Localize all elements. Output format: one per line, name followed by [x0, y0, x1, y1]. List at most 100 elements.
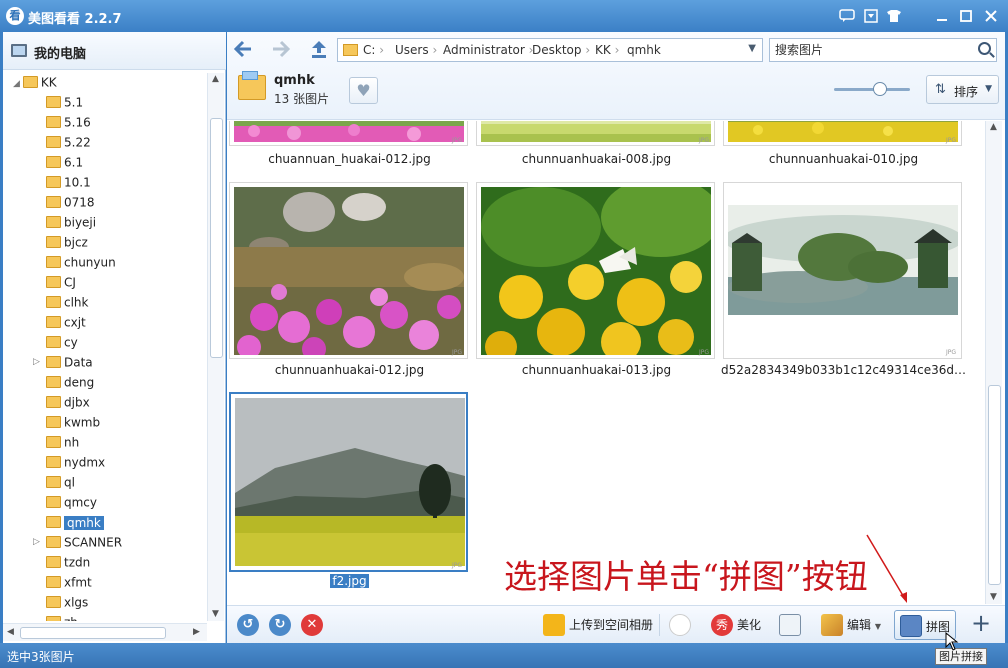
scroll-up-icon[interactable]: ▲: [990, 122, 997, 132]
folder-tree-hscrollbar[interactable]: ◀ ▶: [3, 623, 207, 641]
feedback-icon[interactable]: [838, 7, 856, 25]
tree-item-folder[interactable]: ▷ SCANNER: [33, 533, 122, 551]
tree-expand-icon[interactable]: ▷: [33, 533, 40, 551]
search-icon[interactable]: [978, 42, 991, 55]
scroll-thumb[interactable]: [988, 385, 1001, 585]
rotate-right-icon[interactable]: ↻: [269, 614, 291, 636]
scroll-thumb[interactable]: [20, 627, 166, 639]
scroll-down-icon[interactable]: ▼: [990, 592, 997, 602]
tree-item-folder[interactable]: 10.1: [46, 173, 91, 191]
delete-icon[interactable]: ✕: [301, 614, 323, 636]
skin-icon[interactable]: [885, 7, 903, 25]
search-box[interactable]: [769, 38, 997, 62]
tree-item-folder[interactable]: nydmx: [46, 453, 105, 471]
forward-arrow-icon[interactable]: [271, 39, 291, 59]
tree-expand-icon[interactable]: ▷: [33, 353, 40, 371]
sort-button[interactable]: ⇅ 排序 ▼: [926, 75, 999, 104]
jpg-badge: JPG: [452, 562, 463, 569]
tree-item-folder[interactable]: ▷ Data: [33, 353, 93, 371]
tree-item-folder[interactable]: qmhk: [46, 513, 104, 531]
tree-item-folder[interactable]: zh: [46, 613, 78, 621]
scroll-left-icon[interactable]: ◀: [7, 627, 14, 637]
slideshow-button[interactable]: [779, 612, 805, 638]
tree-item-folder[interactable]: bjcz: [46, 233, 88, 251]
thumbnail-card[interactable]: JPG: [229, 121, 468, 146]
zoom-slider[interactable]: [834, 82, 910, 96]
edit-button[interactable]: 编辑 ▼: [821, 612, 881, 638]
thumbnail-caption[interactable]: d52a2834349b033b1c12c49314ce36d3d...: [721, 363, 966, 377]
breadcrumb-desktop[interactable]: Desktop ›: [532, 43, 590, 57]
address-dropdown-icon[interactable]: ▼: [748, 43, 756, 54]
back-arrow-icon[interactable]: [233, 39, 253, 59]
maximize-icon[interactable]: [957, 7, 975, 25]
scroll-up-icon[interactable]: ▲: [212, 74, 219, 84]
bottom-toolbar: ↺ ↻ ✕ 上传到空间相册 秀美化 编辑 ▼ 拼图 +: [227, 605, 1005, 643]
scroll-down-icon[interactable]: ▼: [212, 609, 219, 619]
breadcrumb-c[interactable]: C: ›: [363, 43, 384, 57]
thumbnail-caption[interactable]: chuannuan_huakai-012.jpg: [227, 152, 472, 166]
current-folder-icon: [238, 71, 266, 100]
thumbnail-caption[interactable]: chunnuanhuakai-013.jpg: [474, 363, 719, 377]
tree-item-folder[interactable]: 0718: [46, 193, 95, 211]
thumbnail-card-selected[interactable]: JPG: [229, 392, 468, 572]
tree-item-folder[interactable]: 5.16: [46, 113, 91, 131]
thumbnail-grid[interactable]: JPG chuannuan_huakai-012.jpg JPG chunnua…: [227, 121, 985, 604]
tree-item-folder[interactable]: chunyun: [46, 253, 116, 271]
scroll-thumb[interactable]: [210, 118, 223, 358]
breadcrumb-users[interactable]: Users ›: [395, 43, 437, 57]
folder-tree-vscrollbar[interactable]: ▲ ▼: [207, 73, 224, 621]
thumbnail-card[interactable]: JPG: [476, 182, 715, 359]
tree-item-folder[interactable]: 6.1: [46, 153, 83, 171]
tree-item-folder[interactable]: deng: [46, 373, 94, 391]
tree-item-folder[interactable]: xlgs: [46, 593, 88, 611]
thumbnail-caption[interactable]: chunnuanhuakai-008.jpg: [474, 152, 719, 166]
thumbnail-caption[interactable]: chunnuanhuakai-012.jpg: [227, 363, 472, 377]
add-icon[interactable]: +: [970, 611, 992, 637]
beautify-button[interactable]: 秀美化: [711, 612, 761, 638]
title-bar[interactable]: 看 美图看看 2.2.7: [0, 0, 1008, 32]
tree-item-folder[interactable]: cxjt: [46, 313, 86, 331]
thumbnail-card[interactable]: JPG: [723, 121, 962, 146]
tree-item-folder[interactable]: tzdn: [46, 553, 90, 571]
tree-item-folder[interactable]: ql: [46, 473, 75, 491]
folder-tree[interactable]: ◢ KK 5.1 5.16 5.22 6.1 10.1 0718 biyeji bjcz chuny…: [3, 73, 207, 621]
thumbnail-card[interactable]: JPG: [723, 182, 962, 359]
thumbnail-caption[interactable]: f2.jpg: [227, 574, 472, 588]
tree-item-folder[interactable]: 5.1: [46, 93, 83, 111]
tree-item-folder[interactable]: biyeji: [46, 213, 96, 231]
up-folder-icon[interactable]: [309, 39, 329, 59]
tree-item-folder[interactable]: nh: [46, 433, 79, 451]
scroll-right-icon[interactable]: ▶: [193, 627, 200, 637]
tree-item-folder[interactable]: CJ: [46, 273, 76, 291]
my-computer-label[interactable]: 我的电脑: [34, 43, 86, 62]
weibo-share-button[interactable]: [669, 612, 695, 638]
close-icon[interactable]: [982, 7, 1000, 25]
tree-item-folder[interactable]: djbx: [46, 393, 90, 411]
thumbnail-grid-vscrollbar[interactable]: ▲ ▼: [985, 121, 1002, 604]
thumbnail-card[interactable]: JPG: [229, 182, 468, 359]
tree-collapse-icon[interactable]: ◢: [13, 79, 20, 89]
tree-item-folder[interactable]: qmcy: [46, 493, 97, 511]
tree-item-folder[interactable]: 5.22: [46, 133, 91, 151]
thumbnail-card[interactable]: JPG: [476, 121, 715, 146]
address-bar[interactable]: C: › Users › Administrator › Desktop › K…: [337, 38, 763, 62]
favorite-button[interactable]: ♥: [349, 77, 378, 104]
tree-item-root[interactable]: ◢ KK: [13, 73, 57, 91]
tree-item-folder[interactable]: xfmt: [46, 573, 92, 591]
menu-icon[interactable]: [862, 7, 880, 25]
chevron-down-icon[interactable]: ▼: [875, 622, 881, 631]
tree-item-folder[interactable]: clhk: [46, 293, 89, 311]
zoom-slider-knob[interactable]: [873, 82, 887, 96]
breadcrumb-administrator[interactable]: Administrator ›: [443, 43, 533, 57]
tree-item-folder[interactable]: kwmb: [46, 413, 100, 431]
breadcrumb-kk[interactable]: KK ›: [595, 43, 619, 57]
search-input[interactable]: [770, 39, 970, 61]
tree-item-folder[interactable]: cy: [46, 333, 78, 351]
minimize-icon[interactable]: [933, 7, 951, 25]
rotate-left-icon[interactable]: ↺: [237, 614, 259, 636]
folder-icon: [46, 395, 61, 408]
upload-to-album-button[interactable]: 上传到空间相册: [543, 612, 653, 638]
folder-icon: [46, 615, 61, 621]
thumbnail-caption[interactable]: chunnuanhuakai-010.jpg: [721, 152, 966, 166]
breadcrumb-qmhk[interactable]: qmhk: [627, 43, 661, 57]
